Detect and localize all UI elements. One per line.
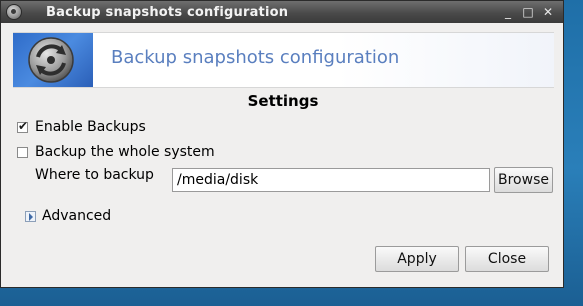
close-icon[interactable]: ✕ xyxy=(541,5,555,19)
banner-icon-background xyxy=(13,33,93,87)
close-button[interactable]: Close xyxy=(465,246,549,272)
advanced-label: Advanced xyxy=(42,208,112,224)
expander-arrow-icon[interactable] xyxy=(25,210,36,222)
app-icon[interactable] xyxy=(6,4,22,20)
minimize-icon[interactable]: _ xyxy=(501,5,515,19)
enable-backups-label: Enable Backups xyxy=(35,119,146,135)
apply-button[interactable]: Apply xyxy=(375,246,459,272)
settings-heading: Settings xyxy=(247,92,319,110)
window-title: Backup snapshots configuration xyxy=(46,4,289,20)
checkbox-checked-icon[interactable] xyxy=(17,119,28,133)
advanced-expander[interactable]: Advanced xyxy=(25,208,111,224)
header-banner: Backup snapshots configuration xyxy=(13,32,554,88)
backup-path-input[interactable] xyxy=(172,168,490,192)
maximize-icon[interactable]: □ xyxy=(521,5,535,19)
checkbox-unchecked-icon[interactable] xyxy=(17,146,28,158)
whole-system-label: Backup the whole system xyxy=(35,144,215,160)
title-bar[interactable]: Backup snapshots configuration _ □ ✕ xyxy=(1,1,563,23)
banner-title: Backup snapshots configuration xyxy=(111,47,400,68)
backup-config-window: Backup snapshots configuration _ □ ✕ Bac… xyxy=(0,0,564,288)
backup-snapshot-icon xyxy=(28,37,74,83)
where-to-backup-label: Where to backup xyxy=(35,167,154,183)
enable-backups-checkbox[interactable]: Enable Backups xyxy=(17,119,146,135)
window-controls: _ □ ✕ xyxy=(501,5,555,19)
whole-system-checkbox[interactable]: Backup the whole system xyxy=(17,144,215,160)
browse-button[interactable]: Browse xyxy=(494,167,553,193)
